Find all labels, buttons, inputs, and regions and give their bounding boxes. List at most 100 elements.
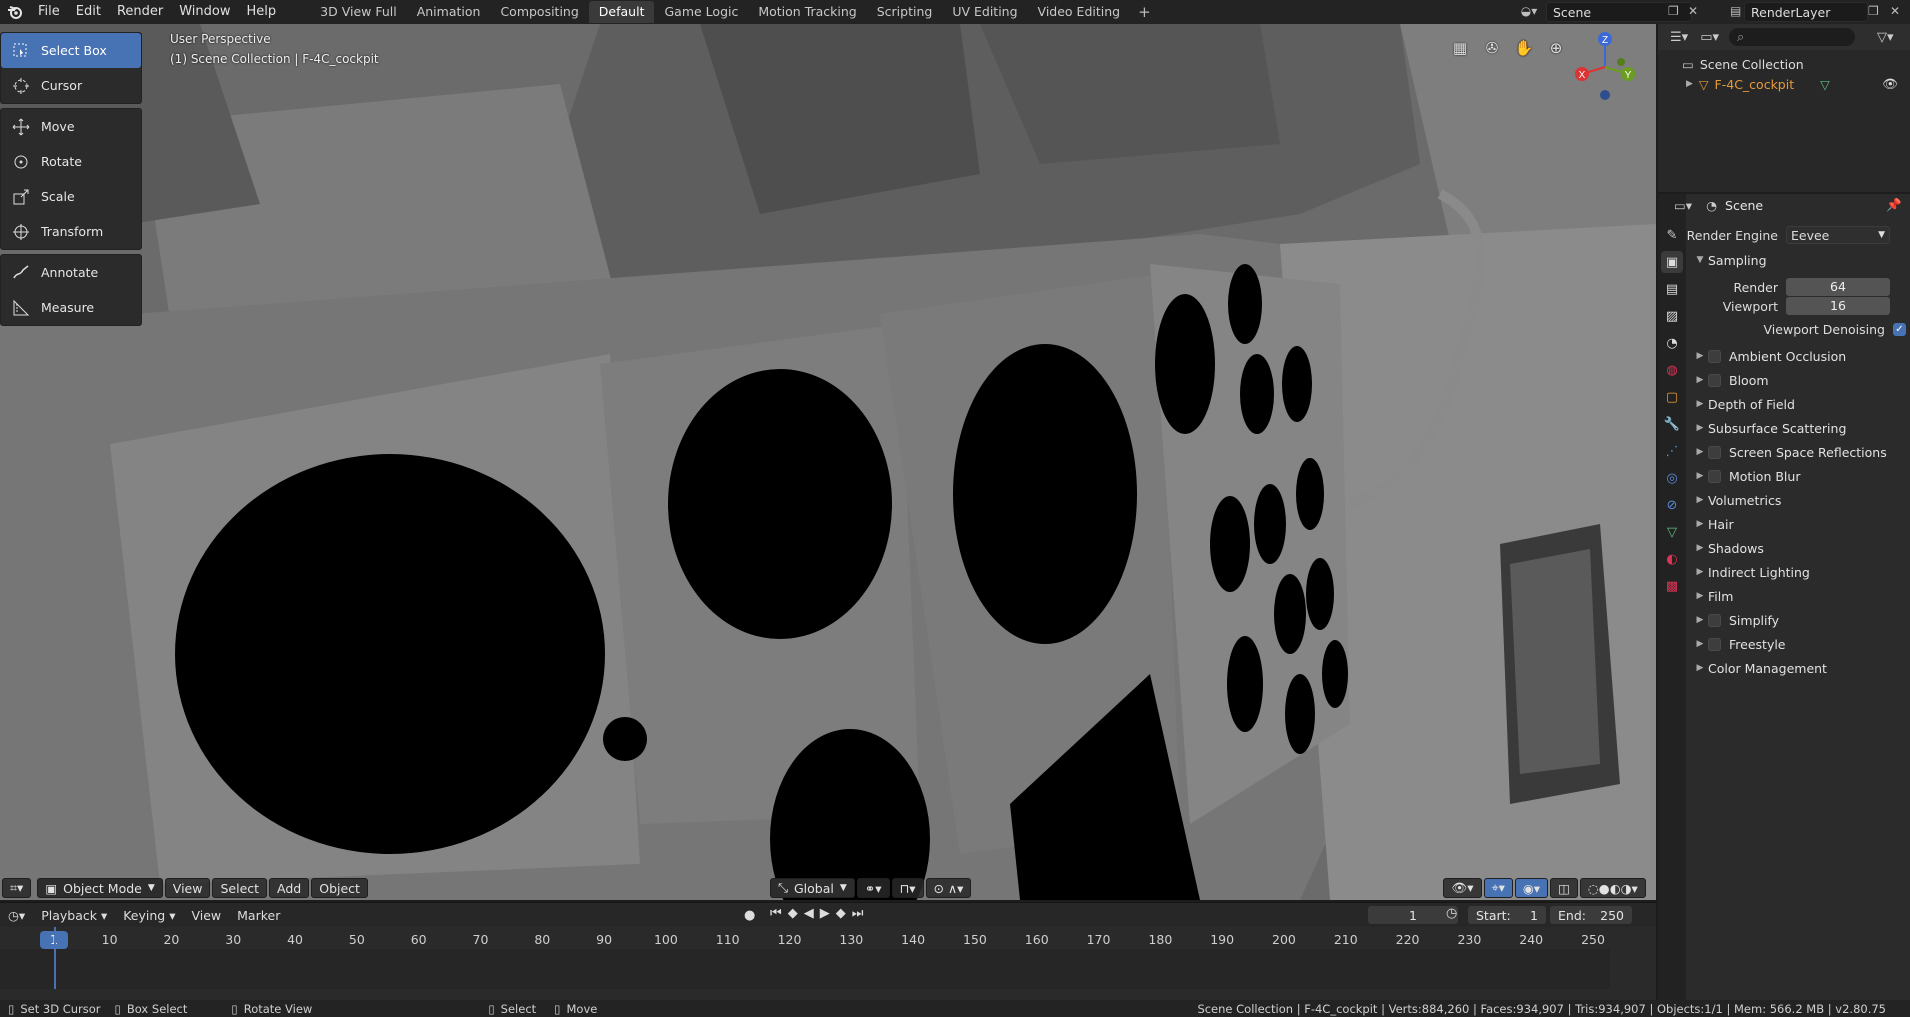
expand-arrow-icon[interactable]: ▶ [1686,79,1693,89]
editor-type-button[interactable]: ⌗▾ [2,878,32,898]
tool-rotate[interactable]: Rotate [1,144,141,179]
scene-tab-icon[interactable]: ◔ [1661,332,1683,354]
zoom-icon[interactable]: ⊕ [1546,38,1566,58]
tab-animation[interactable]: Animation [407,1,491,23]
view-menu[interactable]: View [164,878,211,898]
blender-logo-icon[interactable] [4,1,26,23]
end-frame-field[interactable]: End: 250 [1550,906,1632,924]
camera-icon[interactable]: ✇ [1482,38,1502,58]
render-tab-icon[interactable]: ▣ [1661,251,1683,273]
tool-select-box[interactable]: Select Box [1,33,141,68]
orientation-select[interactable]: ⤡ Global ▼ [769,878,855,898]
tab-uv-editing[interactable]: UV Editing [942,1,1027,23]
tool-scale[interactable]: Scale [1,179,141,214]
tool-annotate[interactable]: Annotate [1,255,141,290]
texture-tab-icon[interactable]: ▩ [1661,575,1683,597]
timeline-track-area[interactable] [0,949,1610,989]
timeline-editor-type-icon[interactable]: ◷▾ [0,908,33,923]
panel-hair[interactable]: ▶ Hair [1686,514,1910,534]
outliner-editor-type-icon[interactable]: ☰▾ [1670,30,1688,45]
add-menu[interactable]: Add [269,878,310,898]
modifier-tab-icon[interactable]: 🔧 [1661,413,1683,435]
timeline-ruler[interactable]: 1102030405060708090100110120130140150160… [0,929,1610,949]
tool-transform[interactable]: Transform [1,214,141,249]
clock-icon[interactable]: ◷ [1446,906,1457,921]
panel-film[interactable]: ▶ Film [1686,586,1910,606]
panel-volumetrics[interactable]: ▶ Volumetrics [1686,490,1910,510]
timeline-view-menu[interactable]: View [183,908,229,923]
gizmo-toggle-icon[interactable]: ⌖▾ [1483,878,1513,898]
outliner-row-object[interactable]: ▶ ▽ F-4C_cockpit ▽ 👁 [1658,74,1910,94]
menu-render[interactable]: Render [109,1,171,23]
xray-toggle-icon[interactable]: ◫ [1550,878,1578,898]
tab-video-editing[interactable]: Video Editing [1028,1,1131,23]
select-menu[interactable]: Select [212,878,268,898]
panel-depth-of-field[interactable]: ▶ Depth of Field [1686,394,1910,414]
panel-bloom[interactable]: ▶ Bloom [1686,370,1910,390]
panel-indirect-lighting[interactable]: ▶ Indirect Lighting [1686,562,1910,582]
outliner-search-input[interactable]: ⌕ [1729,28,1855,46]
object-menu[interactable]: Object [311,878,368,898]
view-object-types-icon[interactable]: 👁▾ [1443,878,1482,898]
playback-menu[interactable]: Playback ▾ [33,908,115,923]
remove-scene-icon[interactable]: ✕ [1688,4,1698,18]
viewport-denoising-checkbox[interactable]: ✓ [1893,323,1906,336]
new-scene-icon[interactable]: ❐ [1668,4,1679,18]
panel-subsurface-scattering[interactable]: ▶ Subsurface Scattering [1686,418,1910,438]
current-frame-field[interactable]: 1 [1368,906,1458,924]
panel-shadows[interactable]: ▶ Shadows [1686,538,1910,558]
output-tab-icon[interactable]: ▤ [1661,278,1683,300]
outliner-row-scene-collection[interactable]: ▭ Scene Collection [1658,54,1910,74]
panel-enable-checkbox[interactable] [1708,469,1721,483]
proportional-edit-icon[interactable]: ⊙ ∧▾ [925,878,972,898]
new-layer-icon[interactable]: ❐ [1868,4,1879,18]
axis-gizmo[interactable]: Z X Y [1572,32,1638,102]
menu-file[interactable]: File [30,1,68,23]
material-tab-icon[interactable]: ◐ [1661,548,1683,570]
tab-motion-tracking[interactable]: Motion Tracking [748,1,866,23]
overlay-toggle-icon[interactable]: ◉▾ [1514,878,1549,898]
display-mode-icon[interactable]: ▭▾ [1700,30,1719,45]
panel-screen-space-reflections[interactable]: ▶ Screen Space Reflections [1686,442,1910,462]
pin-icon[interactable]: 📌 [1886,197,1902,213]
viewport-samples-field[interactable]: 16 [1786,297,1890,315]
menu-help[interactable]: Help [239,1,285,23]
render-layer-icon[interactable]: ▤ [1730,4,1741,18]
mode-select[interactable]: ▣ Object Mode ▼ [37,878,163,898]
tool-tab-icon[interactable]: ✎ [1661,224,1683,246]
render-layer-field[interactable]: RenderLayer [1744,2,1868,22]
panel-freestyle[interactable]: ▶ Freestyle [1686,634,1910,654]
visibility-eye-icon[interactable]: 👁 [1882,76,1898,92]
tool-move[interactable]: Move [1,109,141,144]
tool-measure[interactable]: Measure [1,290,141,325]
menu-edit[interactable]: Edit [68,1,109,23]
data-tab-icon[interactable]: ▽ [1661,521,1683,543]
panel-enable-checkbox[interactable] [1708,445,1721,459]
panel-simplify[interactable]: ▶ Simplify [1686,610,1910,630]
tab-3d-view-full[interactable]: 3D View Full [310,1,407,23]
hand-pan-icon[interactable]: ✋ [1514,38,1534,58]
playback-controls[interactable]: ⏮◆◀▶◆⏭ [770,906,869,921]
panel-enable-checkbox[interactable] [1708,373,1721,387]
3d-viewport[interactable]: User Perspective (1) Scene Collection | … [0,24,1656,900]
add-workspace-icon[interactable]: + [1130,3,1159,21]
scene-selector-icon[interactable]: ◒▾ [1518,4,1540,18]
panel-color-management[interactable]: ▶ Color Management [1686,658,1910,678]
tab-scripting[interactable]: Scripting [867,1,943,23]
properties-editor-type-icon[interactable]: ▭▾ [1674,198,1692,213]
marker-menu[interactable]: Marker [229,908,288,923]
object-tab-icon[interactable]: ▢ [1661,386,1683,408]
particles-tab-icon[interactable]: ⋰ [1661,440,1683,462]
shading-modes-icon[interactable]: ◌●◐◑▾ [1579,878,1646,898]
pivot-icon[interactable]: ⚭▾ [856,878,890,898]
panel-enable-checkbox[interactable] [1708,349,1721,363]
world-tab-icon[interactable]: ◍ [1661,359,1683,381]
view-layer-tab-icon[interactable]: ▨ [1661,305,1683,327]
panel-sampling[interactable]: ▼ Sampling [1686,250,1910,270]
tab-compositing[interactable]: Compositing [490,1,588,23]
snap-icon[interactable]: ⊓▾ [891,878,924,898]
physics-tab-icon[interactable]: ◎ [1661,467,1683,489]
constraints-tab-icon[interactable]: ⊘ [1661,494,1683,516]
render-samples-field[interactable]: 64 [1786,278,1890,296]
filter-icon[interactable]: ▽▾ [1877,30,1894,45]
